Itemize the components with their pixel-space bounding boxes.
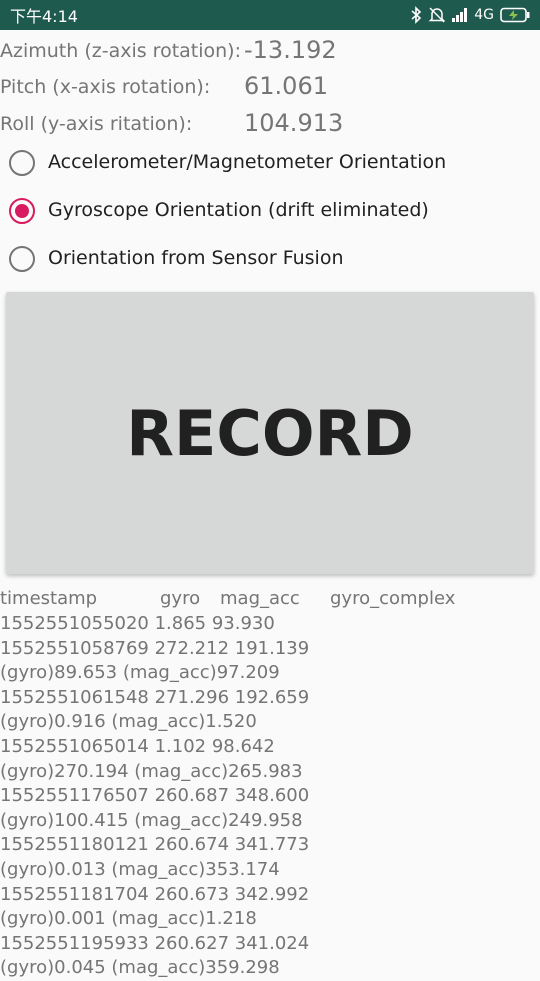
radio-label: Gyroscope Orientation (drift eliminated)	[48, 199, 429, 221]
status-bar: 下午4:14 4G	[0, 0, 540, 30]
status-left: 下午4:14	[10, 3, 78, 27]
azimuth-value: -13.192	[244, 36, 337, 64]
status-time: 下午4:14	[10, 7, 78, 26]
radio-dot	[15, 204, 29, 218]
log-line: (gyro)0.013 (mag_acc)353.174	[0, 858, 280, 880]
radio-gyroscope[interactable]: Gyroscope Orientation (drift eliminated)	[0, 189, 540, 233]
status-icons: 4G	[410, 6, 530, 24]
bluetooth-icon	[410, 6, 422, 24]
log-list: 1552551055020 1.865 93.930 1552551058769…	[0, 612, 540, 981]
log-line: 1552551055020 1.865 93.930	[0, 613, 275, 634]
radio-button-unchecked[interactable]	[9, 246, 35, 272]
log-line: (gyro)89.653 (mag_acc)97.209	[0, 662, 280, 684]
log-header: timestamp gyro mag_acc gyro_complex	[0, 588, 540, 612]
radio-label: Accelerometer/Magnetometer Orientation	[48, 151, 447, 173]
log-line: 1552551180121 260.674 341.773	[0, 834, 310, 856]
log-line: 1552551061548 271.296 192.659	[0, 686, 310, 708]
roll-readout: Roll (y-axis ritation): 104.913	[0, 105, 540, 141]
roll-label: Roll (y-axis ritation):	[0, 113, 193, 135]
log-line: 1552551065014 1.102 98.642	[0, 735, 275, 757]
roll-value: 104.913	[244, 109, 344, 137]
azimuth-readout: Azimuth (z-axis rotation): -13.192	[0, 32, 540, 68]
column-gyro-complex: gyro_complex	[330, 588, 456, 609]
column-mag-acc: mag_acc	[220, 588, 300, 609]
network-type: 4G	[474, 7, 494, 23]
log-line: (gyro)100.415 (mag_acc)249.958	[0, 809, 303, 831]
pitch-readout: Pitch (x-axis rotation): 61.061	[0, 68, 540, 104]
alarm-off-icon	[428, 6, 446, 24]
azimuth-label: Azimuth (z-axis rotation):	[0, 40, 241, 62]
log-line: 1552551181704 260.673 342.992	[0, 883, 310, 905]
record-button[interactable]: RECORD	[6, 292, 534, 574]
log-line: (gyro)270.194 (mag_acc)265.983	[0, 760, 303, 782]
log-line: 1552551195933 260.627 341.024	[0, 932, 310, 954]
pitch-label: Pitch (x-axis rotation):	[0, 76, 211, 98]
log-line: (gyro)0.001 (mag_acc)1.218	[0, 908, 257, 930]
log-line: 1552551176507 260.687 348.600	[0, 785, 310, 807]
log-line: 1552551058769 272.212 191.139	[0, 637, 310, 659]
radio-accel-mag[interactable]: Accelerometer/Magnetometer Orientation	[0, 141, 540, 185]
pitch-value: 61.061	[244, 72, 328, 100]
radio-button-unchecked[interactable]	[9, 150, 35, 176]
log-line: (gyro)0.045 (mag_acc)359.298	[0, 957, 280, 979]
battery-charging-icon	[500, 7, 530, 23]
column-gyro: gyro	[160, 588, 201, 609]
radio-sensor-fusion[interactable]: Orientation from Sensor Fusion	[0, 237, 540, 281]
signal-icon	[452, 8, 468, 22]
log-line: (gyro)0.916 (mag_acc)1.520	[0, 711, 257, 733]
radio-label: Orientation from Sensor Fusion	[48, 247, 344, 269]
column-timestamp: timestamp	[0, 588, 98, 609]
radio-button-checked[interactable]	[9, 198, 35, 224]
